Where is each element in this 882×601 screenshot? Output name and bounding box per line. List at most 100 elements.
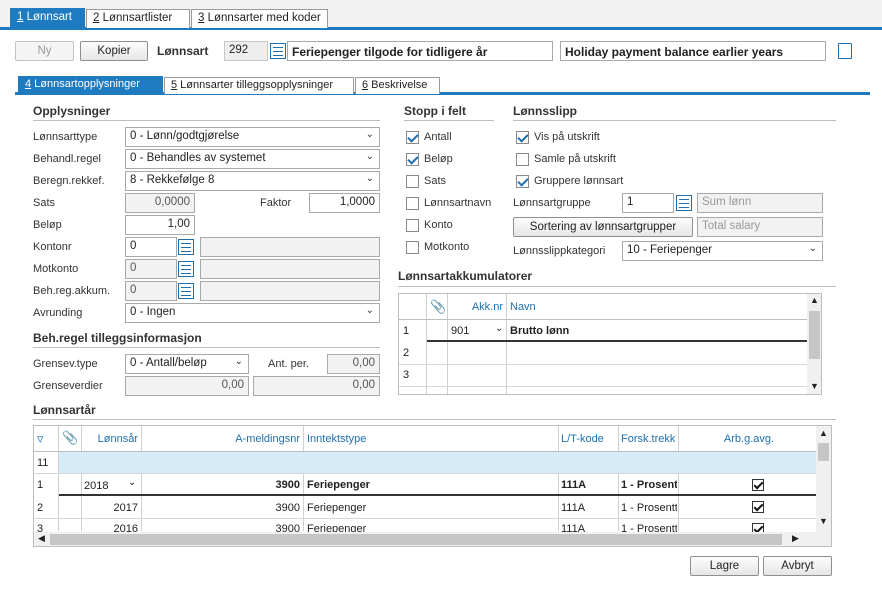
behreg-field[interactable]: 0 (125, 281, 177, 301)
save-button[interactable]: Lagre (690, 556, 759, 576)
chevron-down-icon[interactable]: ⌄ (128, 477, 136, 488)
akkumulatorer-scrollbar[interactable]: ▲ ▼ (807, 294, 821, 394)
name-no-field[interactable]: Feriepenger tilgode for tidligere år (287, 41, 553, 61)
row-number: 1 (403, 325, 410, 337)
stopp-sats-checkbox[interactable] (406, 175, 419, 188)
stopp-lonnsartnavn-checkbox[interactable] (406, 197, 419, 210)
samle-pa-utskrift-checkbox[interactable] (516, 153, 529, 166)
motkonto-field[interactable]: 0 (125, 259, 177, 279)
stopp-antall-label: Antall (424, 131, 452, 143)
grenseverdi-1-field[interactable]: 0,00 (125, 376, 249, 396)
tab-beskrivelse[interactable]: 6 Beskrivelse (355, 77, 440, 94)
lonnsartgruppe-field[interactable]: 1 (622, 193, 674, 213)
row-number: 3 (403, 369, 410, 381)
tab-lonnsartopplysninger[interactable]: 4 Lønnsartopplysninger (18, 76, 163, 95)
row-number: 2 (403, 347, 410, 359)
attachment-icon[interactable]: 📎 (62, 430, 78, 446)
chevron-down-icon[interactable]: ⌄ (495, 323, 503, 334)
stopp-antall-checkbox[interactable] (406, 131, 419, 144)
lonnsslippkategori-select[interactable]: 10 - Feriepenger ⌄ (622, 241, 823, 261)
sats-field[interactable]: 0,0000 (125, 193, 195, 213)
behreg-name-field (200, 281, 380, 301)
chevron-down-icon: ⌄ (365, 173, 374, 184)
opplysninger-header: Opplysninger (33, 104, 380, 121)
list-icon[interactable] (676, 195, 692, 211)
motkonto-label: Motkonto (33, 263, 79, 275)
name-en-field[interactable]: Holiday payment balance earlier years (560, 41, 826, 61)
col-a-meldingsnr[interactable]: A-meldingsnr (144, 433, 300, 445)
tab-lonnsarter-med-koder[interactable]: 3 Lønnsarter med koder (191, 9, 328, 28)
avrunding-select[interactable]: 0 - Ingen ⌄ (125, 303, 380, 323)
lonnsarttype-select[interactable]: 0 - Lønn/godtgjørelse ⌄ (125, 127, 380, 147)
lonnsslipp-header: Lønnsslipp (513, 104, 836, 121)
col-lonnsar[interactable]: Lønnsår (84, 433, 138, 445)
lonnsart-number-field[interactable]: 292 (224, 41, 268, 61)
stopp-sats-label: Sats (424, 175, 447, 187)
inntekt-cell: Feriepenger (307, 479, 370, 491)
faktor-field[interactable]: 1,0000 (309, 193, 380, 213)
tab-lonnsartlister[interactable]: 2 Lønnsartlister (86, 9, 190, 28)
lt-cell: 111A (561, 479, 587, 491)
grensev-type-label: Grensev.type (33, 358, 98, 370)
list-icon[interactable] (178, 261, 194, 277)
year-cell[interactable]: 2017 (84, 502, 138, 514)
year-cell[interactable]: 2018 (84, 480, 108, 492)
lonnsartar-header: Lønnsartår (33, 403, 836, 420)
chevron-down-icon: ⌄ (808, 243, 817, 254)
col-forsk-trekk[interactable]: Forsk.trekk (621, 433, 675, 445)
chevron-down-icon: ⌄ (365, 151, 374, 162)
stopp-motkonto-checkbox[interactable] (406, 241, 419, 254)
lonnsartar-vscrollbar[interactable]: ▲ ▼ (816, 426, 831, 532)
antper-field[interactable]: 0,00 (327, 354, 380, 374)
col-akknr[interactable]: Akk.nr (451, 301, 503, 313)
grensev-type-select[interactable]: 0 - Antall/beløp ⌄ (125, 354, 249, 374)
col-lt-kode[interactable]: L/T-kode (561, 433, 604, 445)
lonnsartgruppe-label: Lønnsartgruppe (513, 197, 591, 209)
list-icon[interactable] (270, 43, 286, 59)
arbgavg-checkbox[interactable] (752, 501, 764, 513)
gruppere-lonnsart-checkbox[interactable] (516, 175, 529, 188)
new-button[interactable]: Ny (15, 41, 74, 61)
beregn-select[interactable]: 8 - Rekkefølge 8 ⌄ (125, 171, 380, 191)
vis-pa-utskrift-checkbox[interactable] (516, 131, 529, 144)
stopp-belop-checkbox[interactable] (406, 153, 419, 166)
beregn-label: Beregn.rekkef. (33, 175, 105, 187)
sortering-button[interactable]: Sortering av lønnsartgrupper (513, 217, 693, 237)
copy-button[interactable]: Kopier (80, 41, 148, 61)
kontonr-field[interactable]: 0 (125, 237, 177, 257)
forsk-cell: 1 - Prosentt (621, 502, 677, 514)
amelding-cell: 3900 (275, 479, 300, 491)
tillegg-header: Beh.regel tilleggsinformasjon (33, 331, 380, 348)
grenseverdi-2-field[interactable]: 0,00 (253, 376, 380, 396)
kontonr-name-field (200, 237, 380, 257)
behreg-label: Beh.reg.akkum. (33, 285, 111, 297)
lonnsartar-hscrollbar[interactable]: ◀ ▶ (34, 532, 831, 546)
akknr-cell[interactable]: 901 (451, 325, 469, 337)
tab-lonnsarter-tilleggsopplysninger[interactable]: 5 Lønnsarter tilleggsopplysninger (164, 77, 354, 94)
main-tab-strip: 1 Lønnsart 2 Lønnsartlister 3 Lønnsarter… (0, 0, 882, 30)
col-inntektstype[interactable]: Inntektstype (307, 433, 366, 445)
row-number: 2 (37, 502, 44, 514)
cancel-button[interactable]: Avbryt (763, 556, 832, 576)
filter-icon[interactable]: ▿ (37, 431, 44, 447)
list-icon[interactable] (178, 239, 194, 255)
col-navn[interactable]: Navn (510, 301, 536, 313)
forsk-cell: 1 - Prosent (621, 479, 677, 491)
behandl-select[interactable]: 0 - Behandles av systemet ⌄ (125, 149, 380, 169)
tab-lonnsart[interactable]: 1 Lønnsart (10, 8, 85, 30)
belop-field[interactable]: 1,00 (125, 215, 195, 235)
stopp-konto-checkbox[interactable] (406, 219, 419, 232)
gruppere-lonnsart-label: Gruppere lønnsart (534, 175, 624, 187)
arbgavg-checkbox[interactable] (752, 479, 764, 491)
attachment-icon[interactable]: 📎 (430, 299, 446, 315)
list-icon[interactable] (178, 283, 194, 299)
col-arbgavg[interactable]: Arb.g.avg. (682, 433, 816, 445)
chevron-down-icon: ⌄ (365, 129, 374, 140)
stopp-lonnsartnavn-label: Lønnsartnavn (424, 197, 492, 209)
new-row[interactable] (59, 452, 816, 473)
row-number: 1 (37, 479, 44, 491)
table-row[interactable] (427, 320, 807, 342)
lt-cell: 111A (561, 502, 586, 514)
note-icon[interactable] (838, 43, 852, 59)
stopp-konto-label: Konto (424, 219, 453, 231)
